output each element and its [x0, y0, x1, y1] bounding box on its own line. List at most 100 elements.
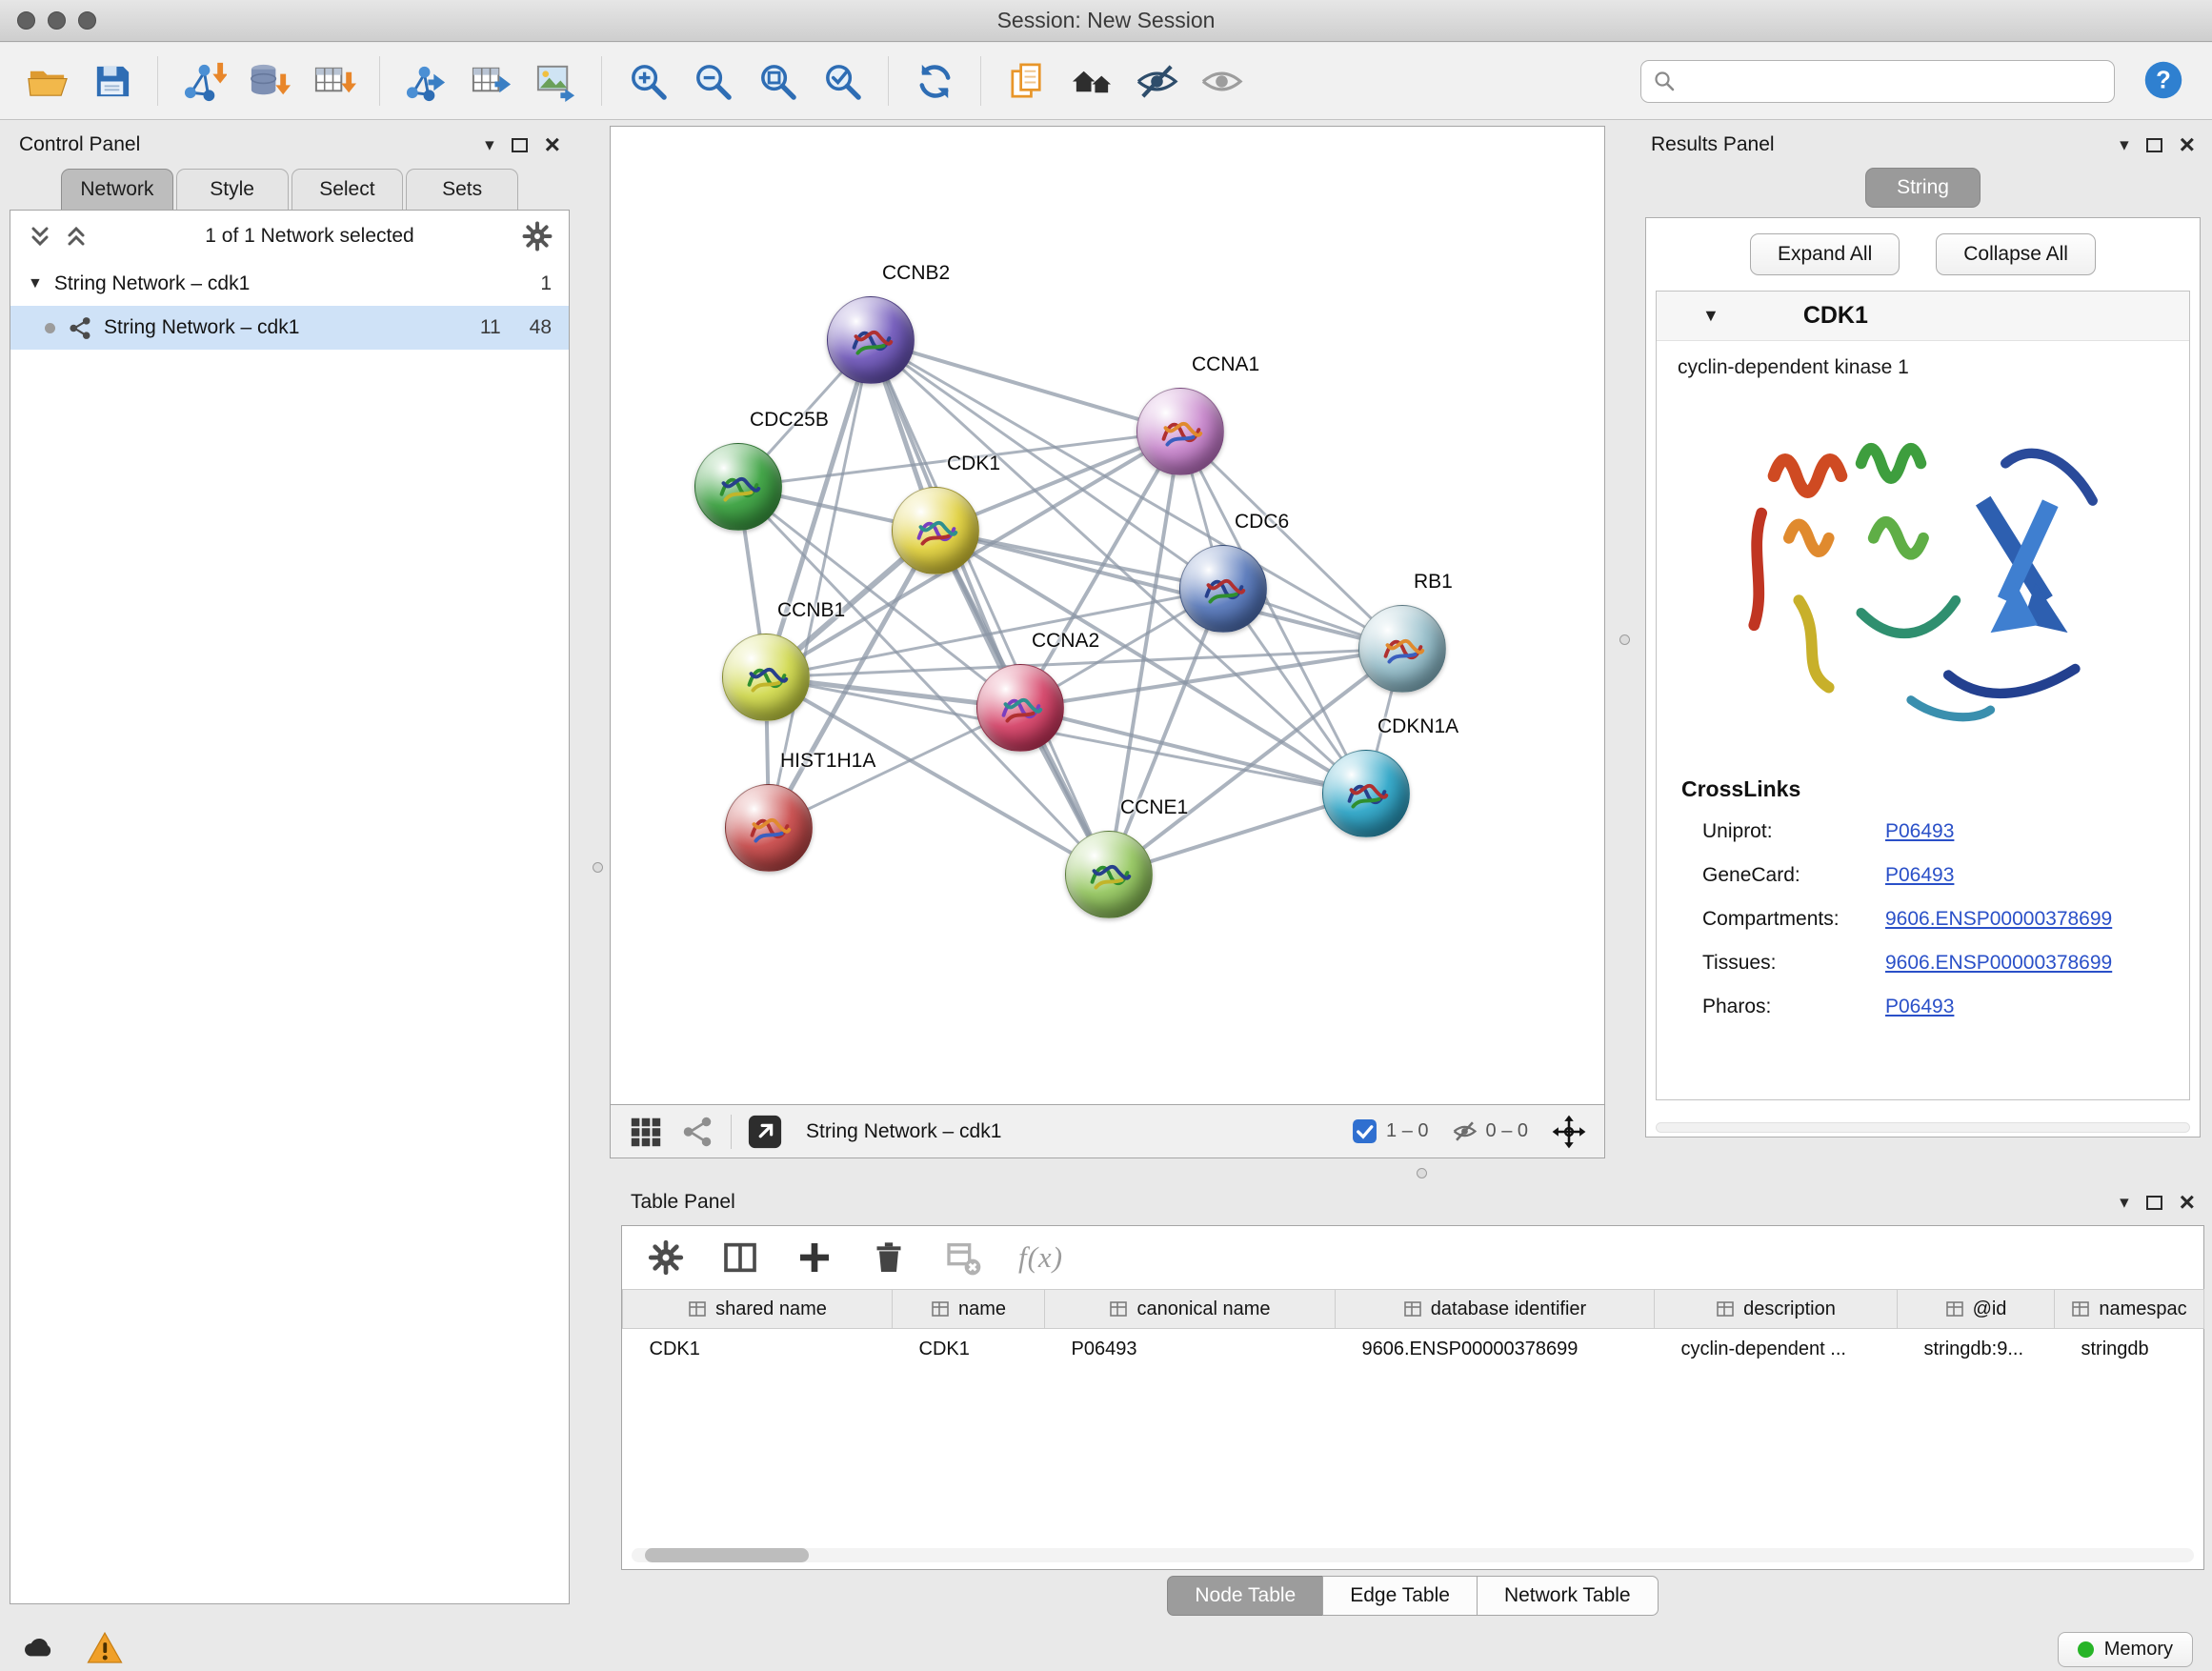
birdseye-view-button[interactable]	[628, 1114, 664, 1150]
section-expander-icon[interactable]: ▼	[1702, 306, 1719, 326]
cell-namespace[interactable]: stringdb	[2055, 1329, 2204, 1371]
window-minimize-button[interactable]	[48, 11, 66, 30]
column-header[interactable]: database identifier	[1336, 1290, 1655, 1329]
copy-network-button[interactable]	[999, 51, 1055, 111]
column-header[interactable]: @id	[1898, 1290, 2055, 1329]
collapse-all-button[interactable]: Collapse All	[1936, 233, 2096, 275]
column-header[interactable]: shared name	[623, 1290, 893, 1329]
tab-select[interactable]: Select	[292, 169, 404, 210]
add-column-button[interactable]	[795, 1238, 834, 1277]
vertical-splitter-handle[interactable]	[1619, 634, 1630, 645]
warnings-button[interactable]	[86, 1629, 124, 1670]
panel-close-icon[interactable]: ×	[2180, 131, 2195, 158]
hide-details-button[interactable]	[1129, 51, 1184, 111]
save-session-button[interactable]	[84, 51, 139, 111]
share-network-button[interactable]	[679, 1114, 715, 1150]
results-scrollbar[interactable]	[1656, 1122, 2190, 1133]
tab-node-table[interactable]: Node Table	[1167, 1576, 1323, 1616]
network-node-cdc25b[interactable]	[694, 443, 782, 531]
table-settings-button[interactable]	[647, 1238, 685, 1277]
selected-checkbox-icon[interactable]	[1352, 1118, 1377, 1144]
column-header[interactable]: name	[893, 1290, 1045, 1329]
expand-all-icon[interactable]	[62, 222, 90, 251]
network-node-hist1h1a[interactable]	[725, 784, 813, 872]
network-node-cdc6[interactable]	[1179, 545, 1267, 633]
open-network-in-window-button[interactable]	[747, 1114, 783, 1150]
zoom-selected-button[interactable]	[814, 51, 870, 111]
column-header[interactable]: namespac	[2055, 1290, 2204, 1329]
delete-table-button[interactable]	[944, 1238, 982, 1277]
tab-network[interactable]: Network	[61, 169, 173, 210]
import-table-button[interactable]	[306, 51, 361, 111]
network-node-cdkn1a[interactable]	[1322, 750, 1410, 837]
cell-canonical-name[interactable]: P06493	[1045, 1329, 1336, 1371]
tab-string[interactable]: String	[1865, 168, 1981, 208]
import-network-database-button[interactable]	[241, 51, 296, 111]
window-close-button[interactable]	[17, 11, 35, 30]
panel-float-icon[interactable]	[2146, 1196, 2162, 1210]
window-zoom-button[interactable]	[78, 11, 96, 30]
search-input[interactable]	[1683, 61, 2102, 102]
zoom-fit-button[interactable]	[750, 51, 805, 111]
cloud-status-button[interactable]	[19, 1629, 57, 1670]
export-image-button[interactable]	[528, 51, 583, 111]
memory-button[interactable]: Memory	[2058, 1632, 2193, 1667]
help-button[interactable]: ?	[2142, 59, 2185, 103]
network-row-selected[interactable]: String Network – cdk1 11 48	[10, 306, 569, 350]
network-collection-row[interactable]: ▼ String Network – cdk1 1	[10, 262, 569, 306]
table-row[interactable]: CDK1 CDK1 P06493 9606.ENSP00000378699 cy…	[623, 1329, 2204, 1371]
cell-shared-name[interactable]: CDK1	[623, 1329, 893, 1371]
network-node-cdk1[interactable]	[892, 487, 979, 574]
scrollbar-thumb[interactable]	[645, 1548, 809, 1562]
panel-float-icon[interactable]	[2146, 138, 2162, 152]
network-node-ccnb2[interactable]	[827, 296, 915, 384]
crosslink-link[interactable]: 9606.ENSP00000378699	[1885, 908, 2112, 931]
zoom-out-button[interactable]	[685, 51, 740, 111]
tab-sets[interactable]: Sets	[406, 169, 518, 210]
network-node-ccna2[interactable]	[976, 664, 1064, 752]
network-canvas[interactable]: CCNB2CCNA1CDC25BCDK1CDC6RB1CCNB1CCNA2CDK…	[610, 126, 1605, 1105]
panel-collapse-icon[interactable]: ▾	[485, 134, 494, 156]
column-header[interactable]: description	[1655, 1290, 1898, 1329]
fit-content-button[interactable]	[1551, 1114, 1587, 1150]
network-node-ccna1[interactable]	[1136, 388, 1224, 475]
crosslink-link[interactable]: P06493	[1885, 864, 1954, 887]
collapse-all-icon[interactable]	[26, 222, 54, 251]
crosslink-link[interactable]: 9606.ENSP00000378699	[1885, 952, 2112, 975]
export-network-button[interactable]	[398, 51, 453, 111]
hidden-eye-slash-icon[interactable]	[1452, 1118, 1478, 1144]
tab-style[interactable]: Style	[176, 169, 289, 210]
vertical-splitter-handle[interactable]	[593, 862, 603, 873]
expand-all-button[interactable]: Expand All	[1750, 233, 1900, 275]
gear-icon[interactable]	[521, 220, 553, 252]
cell-id[interactable]: stringdb:9...	[1898, 1329, 2055, 1371]
table-horizontal-scrollbar[interactable]	[632, 1548, 2194, 1562]
panel-close-icon[interactable]: ×	[2180, 1189, 2195, 1216]
tree-expander-icon[interactable]: ▼	[28, 275, 43, 292]
show-details-button[interactable]	[1194, 51, 1249, 111]
function-builder-button[interactable]: f(x)	[1018, 1240, 1063, 1275]
cell-database-identifier[interactable]: 9606.ENSP00000378699	[1336, 1329, 1655, 1371]
export-table-button[interactable]	[463, 51, 518, 111]
apply-layout-button[interactable]	[907, 51, 962, 111]
import-network-file-button[interactable]	[176, 51, 231, 111]
delete-column-button[interactable]	[870, 1238, 908, 1277]
network-node-ccnb1[interactable]	[722, 634, 810, 721]
gene-section-header[interactable]: ▼ CDK1	[1657, 292, 2189, 341]
column-header[interactable]: canonical name	[1045, 1290, 1336, 1329]
crosslink-link[interactable]: P06493	[1885, 820, 1954, 843]
zoom-in-button[interactable]	[620, 51, 675, 111]
network-node-ccne1[interactable]	[1065, 831, 1153, 918]
panel-close-icon[interactable]: ×	[545, 131, 560, 158]
network-node-rb1[interactable]	[1358, 605, 1446, 693]
panel-collapse-icon[interactable]: ▾	[2120, 134, 2129, 156]
horizontal-splitter-handle[interactable]	[1417, 1168, 1427, 1178]
graphics-details-button[interactable]	[1064, 51, 1119, 111]
panel-collapse-icon[interactable]: ▾	[2120, 1192, 2129, 1214]
cell-description[interactable]: cyclin-dependent ...	[1655, 1329, 1898, 1371]
tab-edge-table[interactable]: Edge Table	[1322, 1576, 1478, 1616]
show-columns-button[interactable]	[721, 1238, 759, 1277]
tab-network-table[interactable]: Network Table	[1477, 1576, 1659, 1616]
crosslink-link[interactable]: P06493	[1885, 996, 1954, 1018]
open-session-button[interactable]	[19, 51, 74, 111]
